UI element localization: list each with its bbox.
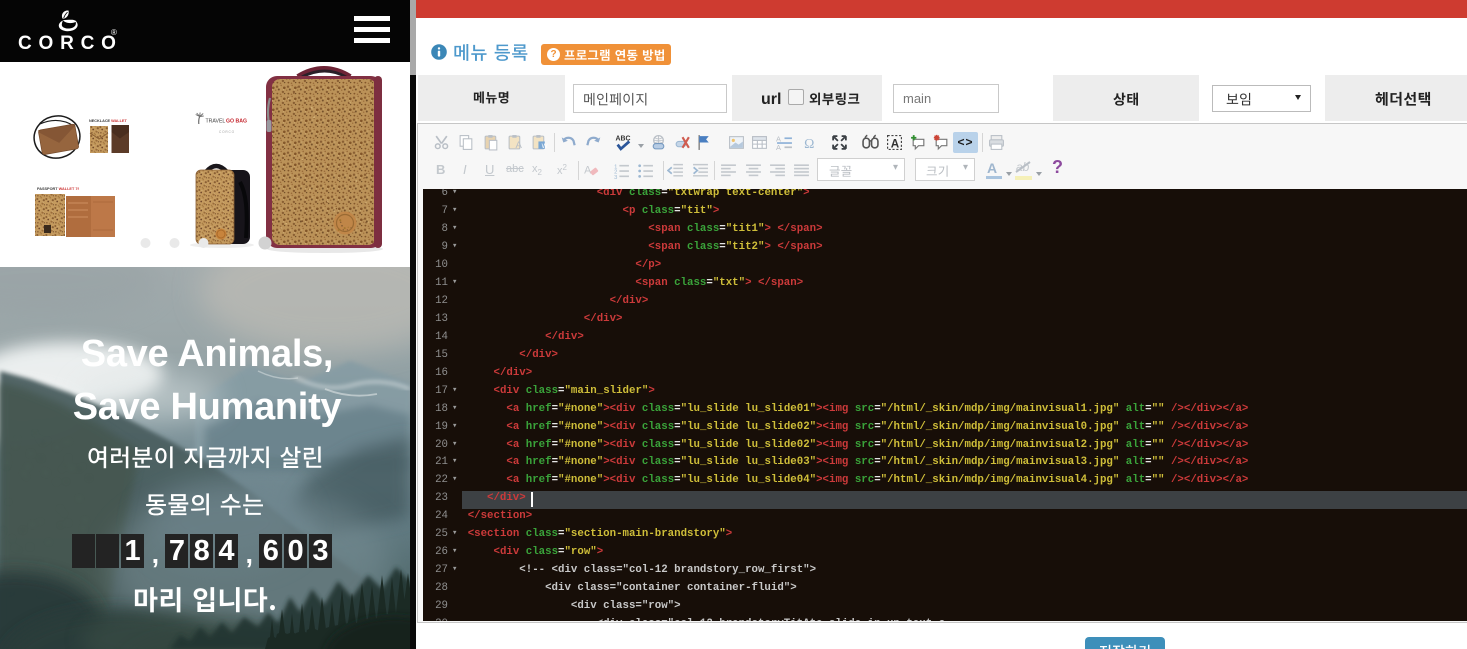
svg-text:GO BAG: GO BAG: [226, 119, 247, 125]
svg-text:A: A: [584, 165, 592, 177]
svg-text:NECKLACE WALLET: NECKLACE WALLET: [89, 119, 127, 123]
svg-text:PASSPORT WALLET 7f: PASSPORT WALLET 7f: [37, 187, 79, 191]
svg-text:CORCO: CORCO: [219, 130, 235, 134]
svg-text:A: A: [890, 137, 899, 150]
svg-text:A: A: [515, 140, 522, 151]
svg-text:Ω: Ω: [804, 136, 814, 151]
svg-text:W: W: [541, 143, 547, 150]
svg-text:A: A: [776, 143, 781, 151]
svg-text:3: 3: [614, 175, 617, 179]
svg-text:TRAVEL: TRAVEL: [206, 119, 226, 125]
